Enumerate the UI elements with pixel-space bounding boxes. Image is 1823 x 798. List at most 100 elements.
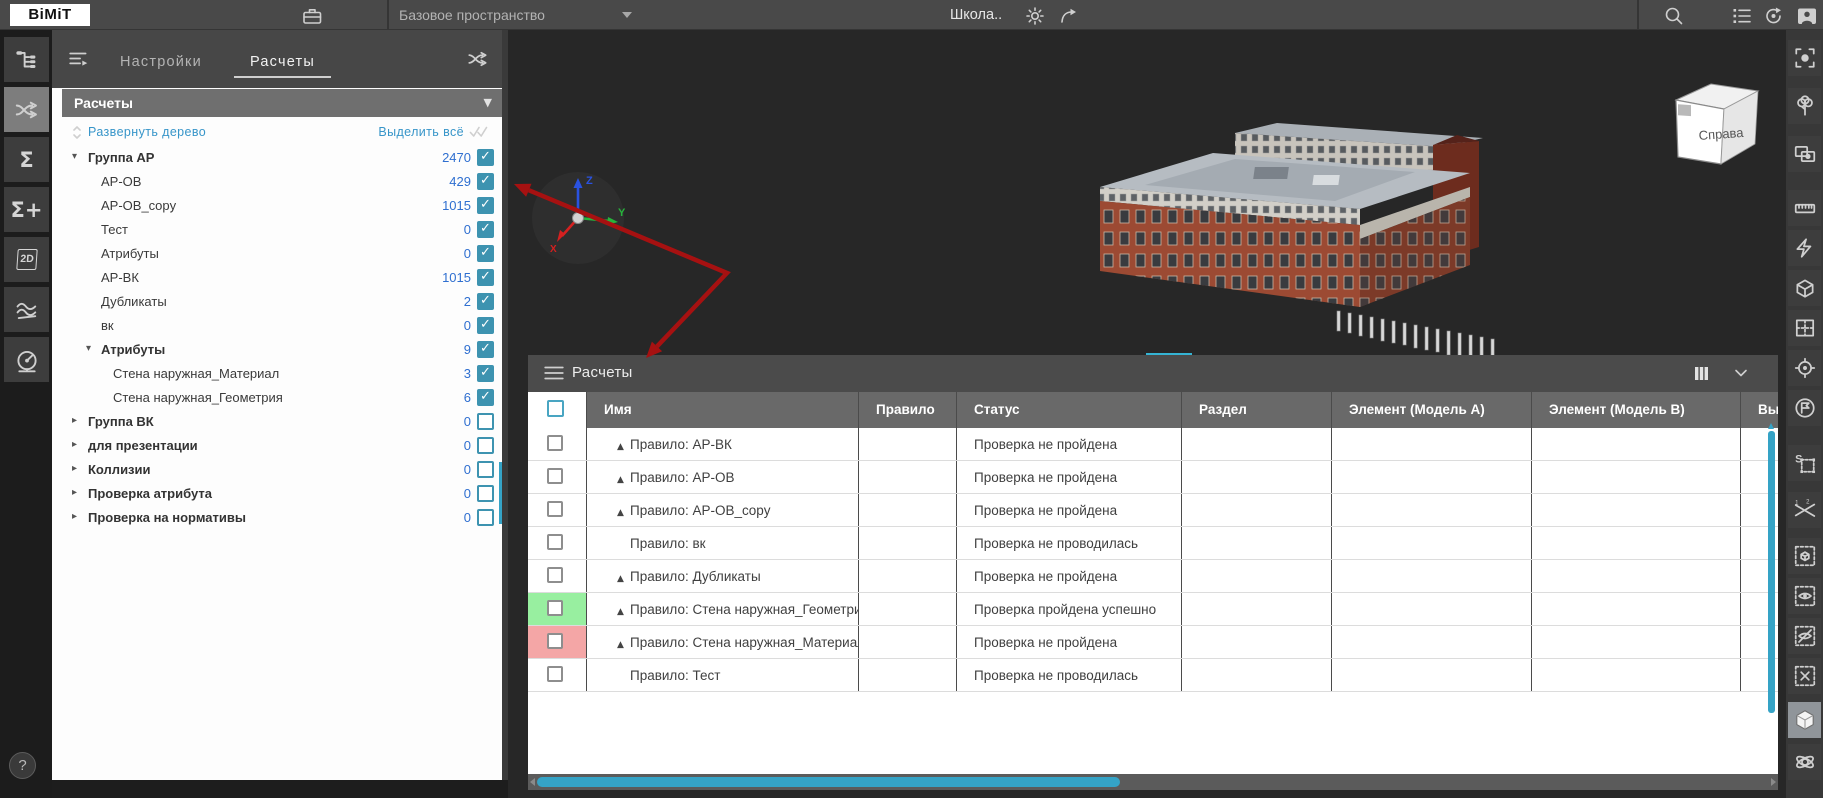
tree-checkbox[interactable] (477, 461, 494, 478)
tree-checkbox[interactable] (477, 149, 494, 166)
tree-item[interactable]: Коллизии0 (52, 458, 502, 482)
row-checkbox[interactable] (547, 435, 563, 451)
tree-checkbox[interactable] (477, 221, 494, 238)
scroll-right-icon[interactable] (1771, 778, 1776, 786)
horizontal-scroll-thumb[interactable] (537, 777, 1120, 787)
col-element-a[interactable]: Элемент (Модель A) (1331, 392, 1531, 428)
tree-item[interactable]: Проверка атрибута0 (52, 482, 502, 506)
briefcase-icon[interactable] (300, 4, 324, 28)
col-status[interactable]: Статус (956, 392, 1181, 428)
tree-checkbox[interactable] (477, 293, 494, 310)
clear-selection-icon[interactable] (1788, 658, 1821, 694)
building-model[interactable] (1085, 95, 1525, 375)
tree-checkbox[interactable] (477, 197, 494, 214)
workspace-caret-icon[interactable] (622, 12, 632, 18)
orbit-icon[interactable] (1788, 744, 1821, 780)
tab-settings[interactable]: Настройки (120, 54, 202, 70)
row-checkbox[interactable] (547, 534, 563, 550)
row-expander-icon[interactable] (617, 497, 630, 526)
graphs-icon[interactable] (4, 287, 49, 332)
tree-checkbox[interactable] (477, 413, 494, 430)
tree-item[interactable]: Дубликаты2 (52, 290, 502, 314)
row-checkbox[interactable] (547, 501, 563, 517)
tree-item[interactable]: Стена наружная_Геометрия6 (52, 386, 502, 410)
table-row[interactable]: Правило: АР-ОВПроверка не пройдена (528, 461, 1778, 494)
floor-plan-icon[interactable] (1788, 310, 1821, 346)
model-cube-icon[interactable] (1788, 702, 1821, 738)
row-checkbox[interactable] (547, 468, 563, 484)
table-horizontal-scrollbar[interactable] (528, 774, 1778, 790)
col-name[interactable]: Имя (586, 392, 858, 428)
share-icon[interactable] (1057, 4, 1081, 28)
table-row[interactable]: Правило: ТестПроверка не проводилась (528, 659, 1778, 692)
tree-scrollbar[interactable] (499, 462, 502, 524)
dashboard-gauge-icon[interactable] (4, 337, 49, 382)
expander-icon[interactable] (72, 151, 77, 162)
tree-item[interactable]: Проверка на нормативы0 (52, 506, 502, 530)
tree-item[interactable]: АР-ОВ429 (52, 170, 502, 194)
expander-icon[interactable] (72, 463, 77, 474)
expand-tree-link[interactable]: Развернуть дерево (88, 125, 206, 139)
search-icon[interactable] (1662, 4, 1686, 28)
isolate-selection-icon[interactable] (1788, 136, 1821, 172)
expander-icon[interactable] (72, 511, 77, 522)
shuffle-icon[interactable] (466, 47, 490, 71)
gear-icon[interactable] (1023, 4, 1047, 28)
table-menu-icon[interactable] (543, 363, 565, 383)
zoom-fit-icon[interactable] (1788, 40, 1821, 76)
row-expander-icon[interactable] (617, 629, 630, 658)
show-eye-icon[interactable] (1788, 578, 1821, 614)
row-expander-icon[interactable] (617, 563, 630, 592)
expand-collapse-icon[interactable] (70, 124, 84, 141)
col-section[interactable]: Раздел (1181, 392, 1331, 428)
double-check-icon[interactable] (469, 126, 490, 139)
issue-flag-icon[interactable] (1788, 390, 1821, 426)
tree-checkbox[interactable] (477, 437, 494, 454)
tree-item[interactable]: для презентации0 (52, 434, 502, 458)
user-badge-icon[interactable] (1795, 4, 1819, 28)
row-checkbox[interactable] (547, 600, 563, 616)
checks-shuffle-icon[interactable] (4, 87, 49, 132)
section-box-icon[interactable] (1788, 270, 1821, 306)
table-row[interactable]: Правило: вкПроверка не проводилась (528, 527, 1778, 560)
row-expander-icon[interactable] (617, 431, 630, 460)
expander-icon[interactable] (72, 415, 77, 426)
col-rule[interactable]: Правило (858, 392, 956, 428)
tree-checkbox[interactable] (477, 317, 494, 334)
tree-item[interactable]: Стена наружная_Материал3 (52, 362, 502, 386)
columns-icon[interactable] (1691, 363, 1712, 384)
tree-checkbox[interactable] (477, 389, 494, 406)
environment-tree-icon[interactable] (1788, 88, 1821, 124)
sum-plus-icon[interactable]: Σ+ (4, 187, 49, 232)
sum-icon[interactable]: Σ (4, 137, 49, 182)
table-vertical-scrollbar[interactable] (1768, 431, 1775, 713)
locate-icon[interactable] (1788, 350, 1821, 386)
row-checkbox[interactable] (547, 633, 563, 649)
row-expander-icon[interactable] (617, 464, 630, 493)
expander-icon[interactable] (72, 487, 77, 498)
tree-checkbox[interactable] (477, 509, 494, 526)
table-row[interactable]: Правило: Стена наружная_МатериалПроверка… (528, 626, 1778, 659)
model-tree-icon[interactable] (4, 37, 49, 82)
tree-checkbox[interactable] (477, 485, 494, 502)
collapse-panel-icon[interactable] (68, 49, 90, 69)
tree-checkbox[interactable] (477, 365, 494, 382)
tree-item[interactable]: Атрибуты0 (52, 242, 502, 266)
row-checkbox[interactable] (547, 666, 563, 682)
tree-item[interactable]: Группа АР2470 (52, 146, 502, 170)
table-row[interactable]: Правило: АР-ОВ_copyПроверка не пройдена (528, 494, 1778, 527)
tree-item[interactable]: Атрибуты9 (52, 338, 502, 362)
select-all-checkbox[interactable] (528, 392, 586, 428)
navigation-cube[interactable]: Справа (1646, 72, 1761, 177)
tree-item[interactable]: вк0 (52, 314, 502, 338)
hide-eye-icon[interactable] (1788, 618, 1821, 654)
table-row[interactable]: Правило: ДубликатыПроверка не пройдена (528, 560, 1778, 593)
scroll-left-icon[interactable] (530, 778, 535, 786)
help-button[interactable]: ? (9, 752, 36, 779)
collapse-table-icon[interactable] (1732, 364, 1750, 382)
expander-icon[interactable] (72, 439, 77, 450)
tree-checkbox[interactable] (477, 245, 494, 262)
collision-axes-icon[interactable]: 12 (1788, 492, 1821, 528)
row-checkbox[interactable] (547, 567, 563, 583)
sync-notifications-icon[interactable] (1762, 4, 1786, 28)
